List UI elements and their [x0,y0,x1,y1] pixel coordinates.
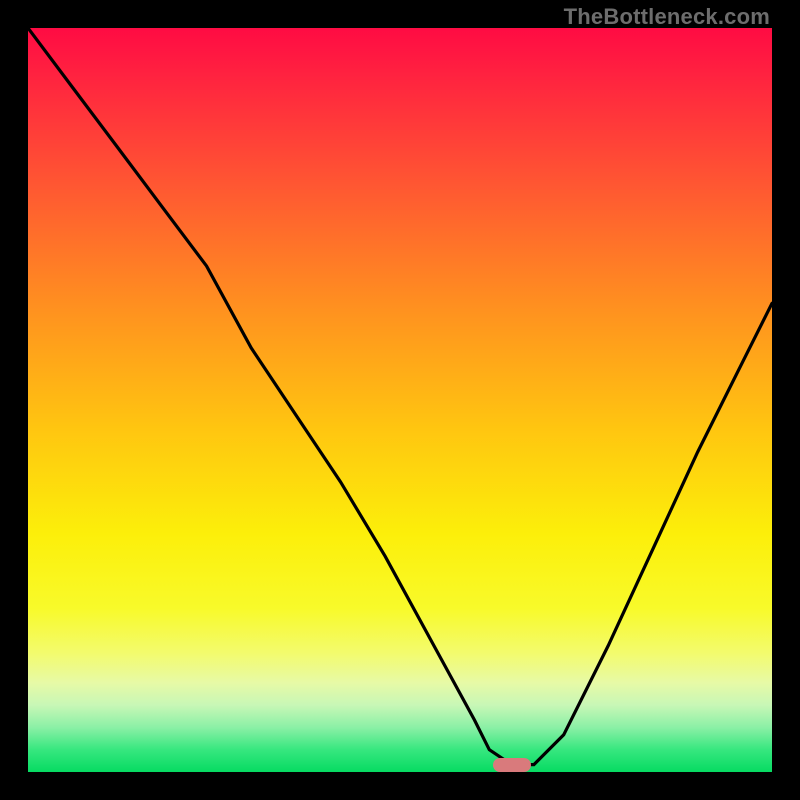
plot-area [28,28,772,772]
bottleneck-curve [28,28,772,772]
watermark-text: TheBottleneck.com [564,4,770,30]
chart-frame: TheBottleneck.com [0,0,800,800]
minimum-marker [493,758,531,772]
